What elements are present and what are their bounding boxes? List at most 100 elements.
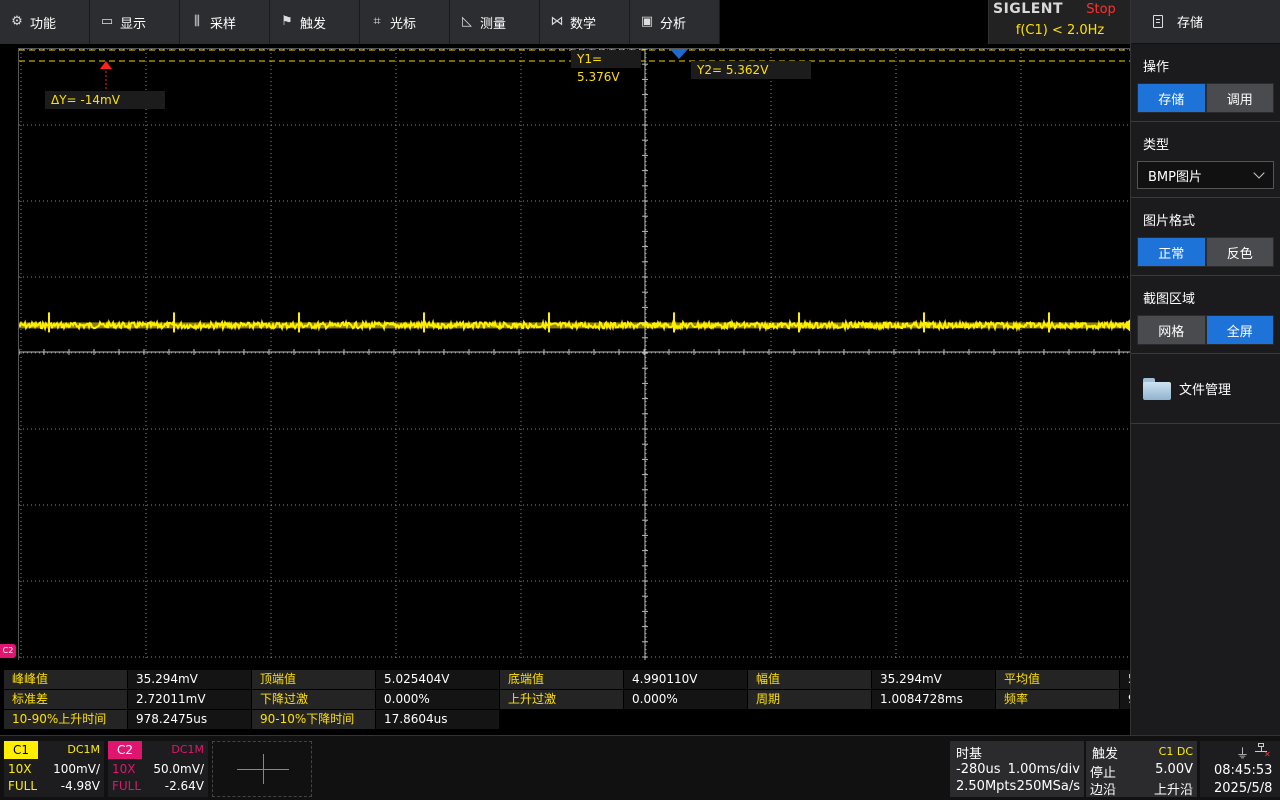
measurement-row: 峰峰值 35.294mV 顶端值 5.025404V 底端值 4.990110V 幅值 35.… xyxy=(4,670,1130,690)
measurement-label: 90-10%下降时间 xyxy=(252,710,376,729)
channel-2-offset: -2.64V xyxy=(164,779,204,793)
measurement-value: 0.000% xyxy=(624,690,748,709)
grid-area-button[interactable]: 网格 xyxy=(1137,315,1206,345)
measurement-label: 幅值 xyxy=(748,670,872,689)
trigger-frequency-readout: f(C1) < 2.0Hz xyxy=(1015,23,1105,38)
measurement-table: 峰峰值 35.294mV 顶端值 5.025404V 底端值 4.990110V 幅值 35.… xyxy=(0,669,1130,731)
menu-math[interactable]: ⋈ 数学 xyxy=(540,0,630,44)
menu-gear[interactable]: ⚙ 功能 xyxy=(0,0,90,44)
brand-area: SIGLENT Stop f(C1) < 2.0Hz xyxy=(988,0,1130,44)
invert-button[interactable]: 反色 xyxy=(1205,237,1274,267)
waveform-grid xyxy=(19,49,1130,660)
menu-analysis[interactable]: ▣ 分析 xyxy=(630,0,720,44)
type-dropdown[interactable]: BMP图片 xyxy=(1137,161,1274,189)
save-button[interactable]: 存储 xyxy=(1137,83,1206,113)
measurement-label: 下降过激 xyxy=(252,690,376,709)
cursor-y2-label: Y2= 5.362V xyxy=(691,61,811,79)
menu-flag[interactable]: ⚑ 触发 xyxy=(270,0,360,44)
crosshair-icon-v xyxy=(263,754,264,784)
area-title: 截图区域 xyxy=(1143,292,1196,307)
channel-2-bandwidth: FULL xyxy=(112,779,142,793)
channel-1-box[interactable]: C1 DC1M 10X 100mV/ FULL -4.98V xyxy=(4,741,104,797)
file-manager-button[interactable]: 文件管理 xyxy=(1131,354,1280,424)
clock-box: ⏚ ✕ 08:45:53 2025/5/8 xyxy=(1200,741,1280,797)
trigger-level: 5.00V xyxy=(1155,762,1193,777)
usb-icon: ⏚ xyxy=(1236,747,1250,762)
waveform-display[interactable]: Y1= 5.376V Y2= 5.362V ΔY= -14mV xyxy=(18,48,1130,660)
measurement-value: 4.990110V xyxy=(624,670,748,689)
measurement-label: 标准差 xyxy=(4,690,128,709)
fullscreen-button[interactable]: 全屏 xyxy=(1205,315,1274,345)
timebase-scale: 1.00ms/div xyxy=(1007,762,1080,777)
memory-depth: 2.50Mpts xyxy=(956,779,1017,794)
panel-header: 存储 xyxy=(1131,0,1280,44)
timebase-delay: -280us xyxy=(956,762,1001,777)
measurement-label: 平均值 xyxy=(996,670,1120,689)
save-panel: 存储 操作 存储 调用 类型 BMP图片 图片格式 正常 反色 截图区域 网格 … xyxy=(1130,0,1280,735)
operation-title: 操作 xyxy=(1143,60,1170,75)
menu-label: 采样 xyxy=(210,16,237,32)
format-title: 图片格式 xyxy=(1143,214,1196,229)
measurement-value: 35.294mV xyxy=(872,670,996,689)
clock-date: 2025/5/8 xyxy=(1214,781,1273,796)
trigger-slope: 上升沿 xyxy=(1153,783,1193,798)
channel-1-trace-band xyxy=(19,322,1130,329)
menu-crosshair[interactable]: ⌗ 光标 xyxy=(360,0,450,44)
channel-2-box[interactable]: C2 DC1M 10X 50.0mV/ FULL -2.64V xyxy=(108,741,208,797)
menu-label: 分析 xyxy=(660,16,687,32)
channel-1-coupling: DC1M xyxy=(67,743,100,756)
menu-label: 数学 xyxy=(570,16,597,32)
menu-label: 功能 xyxy=(30,16,57,32)
channel-2-probe: 10X xyxy=(112,762,136,776)
format-toggle: 正常 反色 xyxy=(1137,237,1274,267)
measurement-value: 0.000% xyxy=(376,690,500,709)
menu-label: 触发 xyxy=(300,16,327,32)
top-menu-bar: ⚙ 功能 ▭ 显示 ⫼ 采样 ⚑ 触发 ⌗ 光标 ◺ 测量 ⋈ 数学 ▣ 分析 xyxy=(0,0,720,44)
measurement-value: 5 xyxy=(1120,670,1130,689)
measurement-value: 2.72011mV xyxy=(128,690,252,709)
trigger-source: C1 DC xyxy=(1158,745,1193,758)
add-channel-slot[interactable] xyxy=(212,741,312,797)
run-stop-status[interactable]: Stop xyxy=(1073,1,1129,19)
type-title: 类型 xyxy=(1143,138,1170,153)
normal-button[interactable]: 正常 xyxy=(1137,237,1206,267)
measurement-label: 频率 xyxy=(996,690,1120,709)
measurement-value: 17.8604us xyxy=(376,710,500,729)
menu-ruler[interactable]: ◺ 测量 xyxy=(450,0,540,44)
cursor-y1-label: Y1= 5.376V xyxy=(571,50,641,84)
measurement-label: 顶端值 xyxy=(252,670,376,689)
siglent-logo: SIGLENT xyxy=(993,1,1064,17)
timebase-title: 时基 xyxy=(956,747,983,762)
trigger-box[interactable]: 触发 C1 DC 停止 5.00V 边沿 上升沿 xyxy=(1086,741,1197,798)
area-toggle: 网格 全屏 xyxy=(1137,315,1274,345)
measurement-row: 标准差 2.72011mV 下降过激 0.000% 上升过激 0.000% 周期 1.0084… xyxy=(4,690,1130,710)
status-bar: C1 DC1M 10X 100mV/ FULL -4.98V C2 DC1M 1… xyxy=(0,735,1280,800)
measurement-label: 峰峰值 xyxy=(4,670,128,689)
delta-arrow-head xyxy=(100,61,112,69)
menu-label: 光标 xyxy=(390,16,417,32)
recall-button[interactable]: 调用 xyxy=(1205,83,1274,113)
file-manager-label: 文件管理 xyxy=(1179,383,1232,398)
area-section: 截图区域 网格 全屏 xyxy=(1131,276,1280,354)
measurement-label: 底端值 xyxy=(500,670,624,689)
menu-sampling[interactable]: ⫼ 采样 xyxy=(180,0,270,44)
timebase-box[interactable]: 时基 -280us 1.00ms/div 2.50Mpts 250MSa/s xyxy=(950,741,1084,797)
channel-1-probe: 10X xyxy=(8,762,32,776)
measurement-label: 周期 xyxy=(748,690,872,709)
channel-2-tag: C2 xyxy=(108,741,142,759)
cursor-delta-y-label: ΔY= -14mV xyxy=(45,91,165,109)
menu-monitor[interactable]: ▭ 显示 xyxy=(90,0,180,44)
menu-label: 显示 xyxy=(120,16,147,32)
c2-offset-marker[interactable]: C2 xyxy=(0,644,16,658)
measurement-label: 上升过激 xyxy=(500,690,624,709)
type-value: BMP图片 xyxy=(1148,169,1202,185)
measurement-label: 10-90%上升时间 xyxy=(4,710,128,729)
measurement-row: 10-90%上升时间 978.2475us 90-10%下降时间 17.8604us xyxy=(4,710,500,730)
measurement-value: 9 xyxy=(1120,690,1130,709)
measurement-value: 978.2475us xyxy=(128,710,252,729)
chevron-down-icon xyxy=(1253,167,1265,179)
sampling-icon: ⫼ xyxy=(194,14,200,29)
analysis-icon: ▣ xyxy=(640,14,654,29)
crosshair-icon: ⌗ xyxy=(373,14,381,29)
math-icon: ⋈ xyxy=(550,14,564,29)
